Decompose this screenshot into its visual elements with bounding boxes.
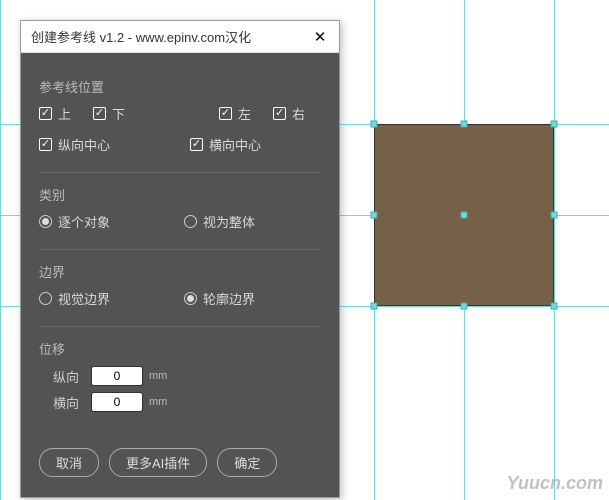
checkbox-h-center[interactable]: 横向中心	[190, 135, 261, 154]
checkbox-label: 横向中心	[209, 135, 261, 154]
offset-v-input[interactable]	[91, 366, 143, 386]
guide-line-v	[0, 0, 1, 500]
anchor-point[interactable]	[551, 212, 558, 219]
check-icon	[39, 138, 52, 151]
check-icon	[190, 138, 203, 151]
check-icon	[39, 107, 52, 120]
bounds-group: 边界 视觉边界 轮廓边界	[39, 250, 321, 327]
check-icon	[273, 107, 286, 120]
checkbox-label: 左	[238, 104, 251, 123]
dialog-title: 创建参考线 v1.2 - www.epinv.com汉化	[31, 27, 311, 46]
dialog-titlebar[interactable]: 创建参考线 v1.2 - www.epinv.com汉化 ✕	[21, 21, 339, 53]
anchor-point[interactable]	[461, 212, 468, 219]
radio-label: 轮廓边界	[203, 289, 255, 308]
category-group: 类别 逐个对象 视为整体	[39, 173, 321, 250]
radio-visual-bounds[interactable]: 视觉边界	[39, 289, 110, 308]
checkbox-top[interactable]: 上	[39, 104, 71, 123]
radio-icon	[39, 215, 52, 228]
position-label: 参考线位置	[39, 77, 321, 96]
check-icon	[93, 107, 106, 120]
anchor-point[interactable]	[371, 303, 378, 310]
checkbox-left[interactable]: 左	[219, 104, 251, 123]
offset-label: 位移	[39, 339, 321, 358]
radio-per-object[interactable]: 逐个对象	[39, 212, 110, 231]
anchor-point[interactable]	[551, 121, 558, 128]
check-icon	[219, 107, 232, 120]
bounds-label: 边界	[39, 262, 321, 281]
anchor-point[interactable]	[371, 121, 378, 128]
dialog-body: 参考线位置 上 下 左 右 纵向中心 横向中心 类别 逐个对象 视为整体 边界 …	[21, 53, 339, 497]
radio-outline-bounds[interactable]: 轮廓边界	[184, 289, 255, 308]
offset-h-label: 横向	[39, 393, 79, 412]
radio-label: 视为整体	[203, 212, 255, 231]
checkbox-v-center[interactable]: 纵向中心	[39, 135, 110, 154]
radio-icon	[184, 292, 197, 305]
checkbox-bottom[interactable]: 下	[93, 104, 125, 123]
radio-label: 逐个对象	[58, 212, 110, 231]
cancel-button[interactable]: 取消	[39, 448, 99, 477]
anchor-point[interactable]	[371, 212, 378, 219]
radio-icon	[184, 215, 197, 228]
radio-icon	[39, 292, 52, 305]
watermark: Yuucn.com	[507, 473, 603, 494]
guide-line-v	[554, 0, 555, 500]
close-icon[interactable]: ✕	[311, 28, 329, 46]
offset-v-label: 纵向	[39, 367, 79, 386]
position-group: 参考线位置 上 下 左 右 纵向中心 横向中心	[39, 65, 321, 173]
checkbox-label: 下	[112, 104, 125, 123]
create-guides-dialog: 创建参考线 v1.2 - www.epinv.com汉化 ✕ 参考线位置 上 下…	[20, 20, 340, 498]
checkbox-label: 右	[292, 104, 305, 123]
offset-group: 位移 纵向 mm 横向 mm	[39, 327, 321, 430]
checkbox-label: 上	[58, 104, 71, 123]
anchor-point[interactable]	[461, 303, 468, 310]
category-label: 类别	[39, 185, 321, 204]
radio-label: 视觉边界	[58, 289, 110, 308]
anchor-point[interactable]	[551, 303, 558, 310]
checkbox-label: 纵向中心	[58, 135, 110, 154]
ok-button[interactable]: 确定	[217, 448, 277, 477]
more-plugins-button[interactable]: 更多AI插件	[109, 448, 207, 477]
radio-as-whole[interactable]: 视为整体	[184, 212, 255, 231]
unit-label: mm	[149, 396, 167, 408]
unit-label: mm	[149, 370, 167, 382]
anchor-point[interactable]	[461, 121, 468, 128]
button-row: 取消 更多AI插件 确定	[39, 448, 321, 477]
offset-h-input[interactable]	[91, 392, 143, 412]
checkbox-right[interactable]: 右	[273, 104, 305, 123]
